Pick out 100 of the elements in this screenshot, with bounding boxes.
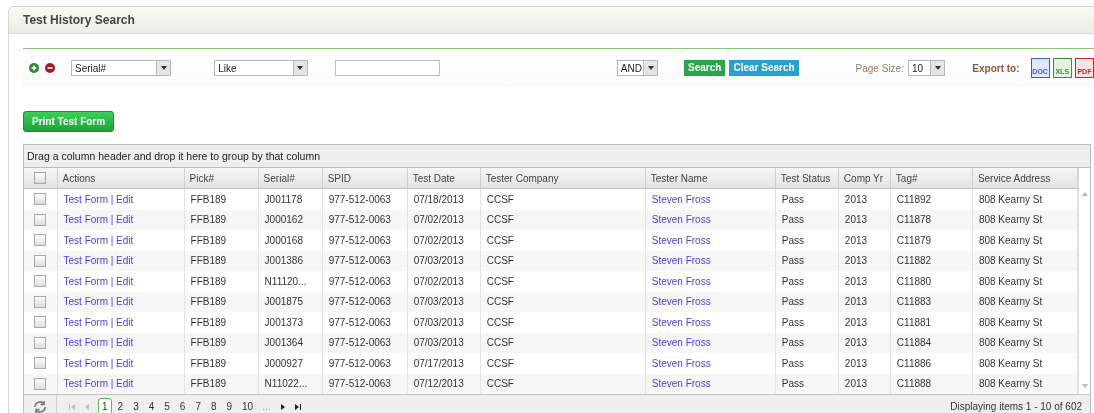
table-cell: J000168	[258, 230, 323, 251]
table-cell: C11879	[890, 230, 973, 251]
page-link[interactable]: 8	[206, 398, 221, 413]
row-checkbox[interactable]	[34, 336, 47, 349]
page-link[interactable]: 7	[191, 398, 205, 413]
table-cell: 808 Kearny St	[972, 312, 1078, 333]
table-cell: CCSF	[480, 271, 646, 292]
actions-link[interactable]: Test Form | Edit	[63, 357, 134, 369]
last-page-icon[interactable]	[294, 403, 301, 410]
table-cell: FFB189	[184, 332, 259, 353]
table-cell: 07/02/2013	[407, 230, 481, 251]
select-all-checkbox[interactable]	[34, 172, 47, 184]
page-size-select[interactable]: 10	[907, 60, 946, 76]
table-cell: Pass	[775, 209, 839, 230]
table-cell: J001364	[258, 332, 323, 353]
tester-link[interactable]: Steven Fross	[651, 357, 711, 369]
page-link[interactable]: 2	[113, 398, 128, 413]
table-cell: 977-512-0063	[322, 250, 408, 271]
table-cell: 808 Kearny St	[972, 373, 1078, 394]
table-cell: 07/02/2013	[407, 209, 481, 230]
caret-icon	[934, 66, 941, 70]
row-checkbox[interactable]	[34, 295, 47, 308]
table-cell: FFB189	[184, 291, 259, 312]
row-checkbox[interactable]	[34, 377, 47, 390]
table-cell: Pass	[775, 312, 839, 333]
table-cell: FFB189	[184, 250, 259, 271]
column-header[interactable]: Comp Yr	[838, 168, 891, 189]
actions-link[interactable]: Test Form | Edit	[63, 316, 134, 328]
scrollbar[interactable]	[1078, 168, 1090, 394]
actions-link[interactable]: Test Form | Edit	[63, 234, 134, 246]
table-cell: 808 Kearny St	[972, 250, 1078, 271]
actions-link[interactable]: Test Form | Edit	[63, 193, 134, 205]
row-checkbox[interactable]	[34, 254, 47, 267]
column-header[interactable]: Actions	[57, 168, 185, 189]
table-cell: 977-512-0063	[322, 373, 408, 394]
remove-icon[interactable]	[45, 63, 55, 73]
page-link[interactable]: 9	[222, 398, 237, 413]
tester-link[interactable]: Steven Fross	[651, 316, 711, 328]
row-checkbox[interactable]	[34, 357, 47, 370]
column-header[interactable]: Service Address	[972, 168, 1078, 189]
page-link[interactable]: 4	[144, 398, 159, 413]
column-header[interactable]: Pick#	[184, 168, 259, 189]
table-cell: 2013	[838, 312, 891, 333]
table-cell: 2013	[838, 332, 891, 353]
column-header[interactable]: Test Date	[407, 168, 481, 189]
table-cell: Pass	[775, 332, 839, 353]
table-cell: 808 Kearny St	[972, 332, 1078, 353]
table-cell: 808 Kearny St	[972, 353, 1078, 374]
table-cell: FFB189	[184, 188, 259, 210]
table-cell: J001875	[258, 291, 323, 312]
table-cell: CCSF	[480, 312, 646, 333]
table-cell: 808 Kearny St	[972, 188, 1078, 210]
next-page-icon	[280, 403, 285, 410]
row-checkbox[interactable]	[34, 193, 47, 206]
table-cell: 808 Kearny St	[972, 291, 1078, 312]
table-cell: C11883	[890, 291, 973, 312]
table-cell: 2013	[838, 353, 891, 374]
tester-link[interactable]: Steven Fross	[651, 234, 711, 246]
page-link[interactable]: 10	[238, 398, 258, 413]
table-cell: J000927	[258, 353, 323, 374]
table-cell: J001178	[258, 188, 323, 210]
table-cell: 07/02/2013	[407, 271, 481, 292]
page-link[interactable]: 6	[175, 398, 190, 413]
table-cell: C11880	[890, 271, 973, 292]
page-link[interactable]: 1	[98, 398, 112, 413]
refresh-icon[interactable]	[33, 399, 47, 413]
add-icon[interactable]	[29, 63, 39, 73]
page-link[interactable]: 5	[160, 398, 174, 413]
first-page-icon[interactable]	[69, 403, 75, 410]
row-checkbox[interactable]	[34, 316, 47, 329]
conjunction-select[interactable]: AND	[616, 60, 659, 76]
actions-link[interactable]: Test Form | Edit	[63, 275, 134, 287]
row-checkbox[interactable]	[34, 275, 47, 288]
table-cell: CCSF	[480, 209, 646, 230]
column-header[interactable]: Serial#	[258, 168, 323, 189]
page-link[interactable]: 3	[129, 398, 143, 413]
column-header[interactable]: SPID	[322, 168, 408, 189]
column-header[interactable]: Test Status	[775, 168, 839, 189]
table-cell: C11886	[890, 353, 973, 374]
row-checkbox[interactable]	[34, 213, 47, 226]
caret-icon	[647, 66, 654, 70]
table-cell: C11882	[890, 250, 973, 271]
tester-link[interactable]: Steven Fross	[651, 275, 711, 287]
table-cell: N11120...	[258, 271, 323, 292]
table-cell: CCSF	[480, 353, 646, 374]
column-header[interactable]: Tester Name	[645, 168, 776, 189]
operator-select[interactable]: Like	[214, 60, 308, 76]
table-cell: 977-512-0063	[322, 209, 408, 230]
value-field[interactable]	[334, 60, 440, 76]
row-checkbox[interactable]	[34, 234, 47, 247]
table-cell: FFB189	[184, 271, 259, 292]
table-cell: J001386	[258, 250, 323, 271]
table-cell: 977-512-0063	[322, 291, 408, 312]
table-cell: Pass	[775, 250, 839, 271]
field-select[interactable]: Serial#	[71, 60, 172, 76]
table-cell: J000162	[258, 209, 323, 230]
column-header[interactable]: Tester Company	[480, 168, 646, 189]
column-header[interactable]: Tag#	[890, 168, 973, 189]
tester-link[interactable]: Steven Fross	[651, 193, 711, 205]
table-cell: FFB189	[184, 353, 259, 374]
